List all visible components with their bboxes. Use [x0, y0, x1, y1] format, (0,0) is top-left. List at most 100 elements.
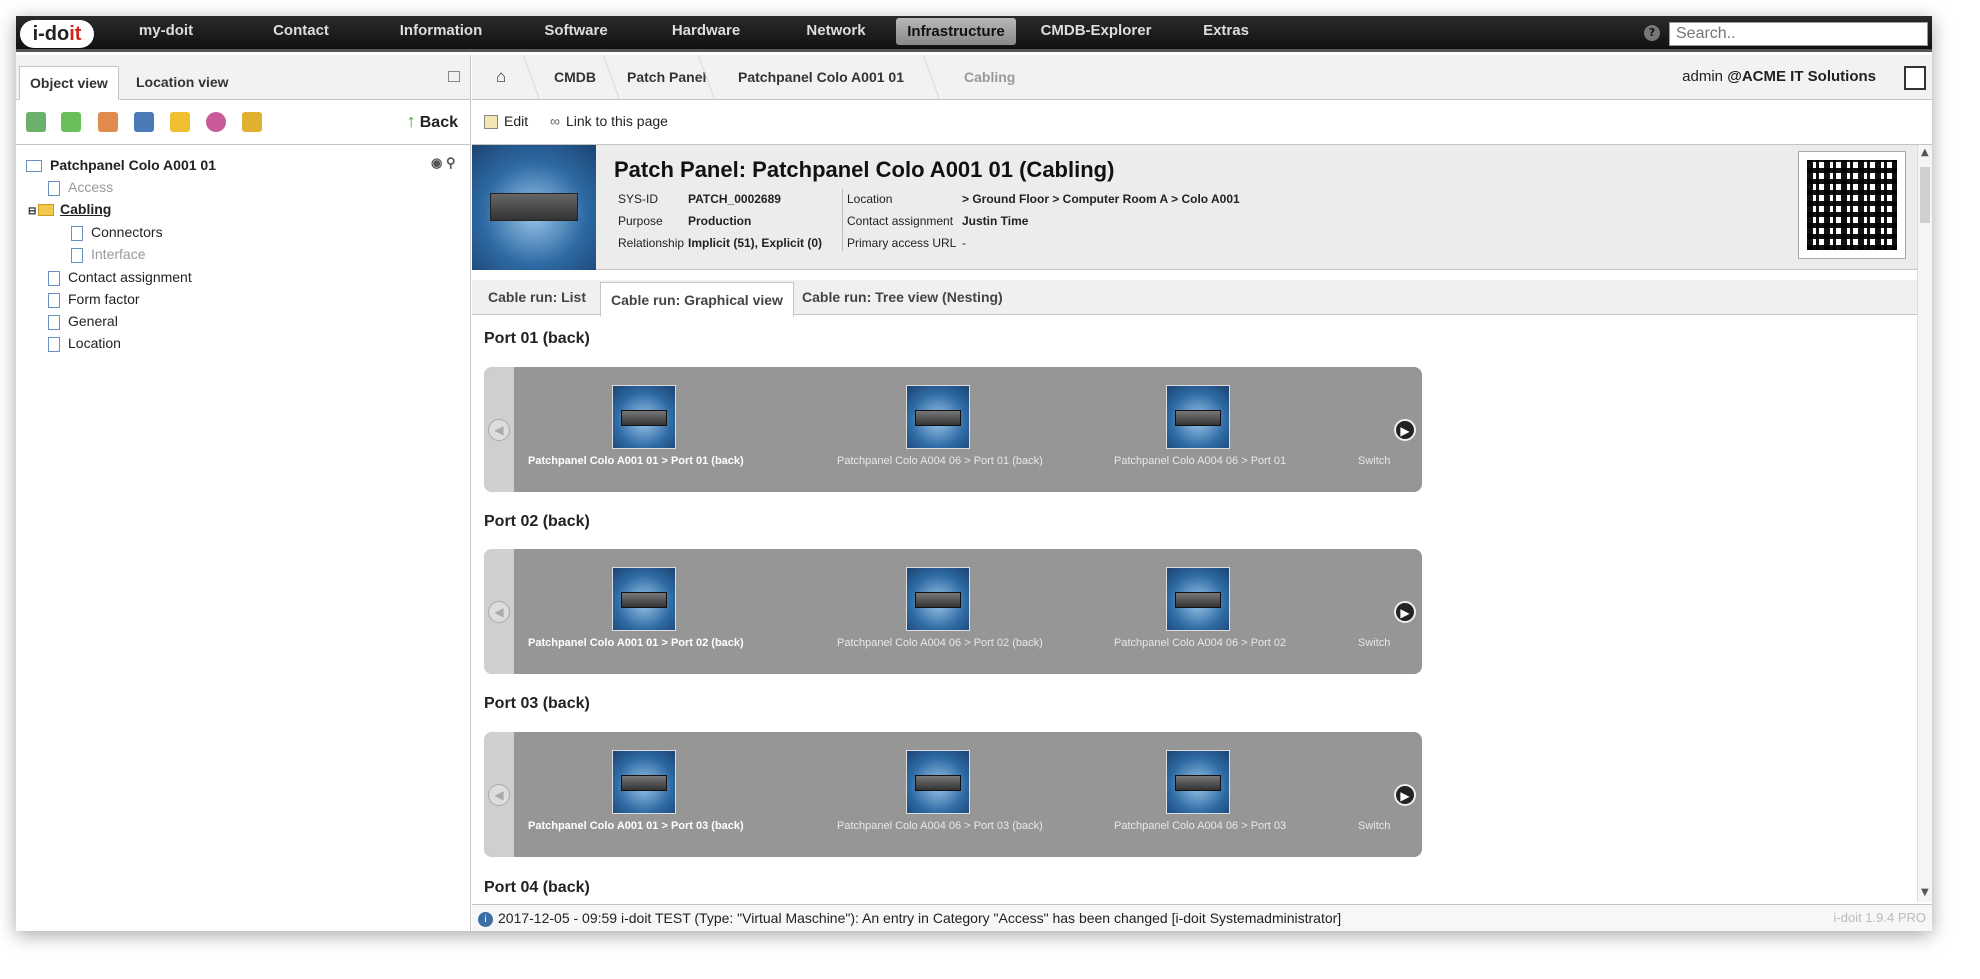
- tab-cable-run-graphical[interactable]: Cable run: Graphical view: [600, 282, 794, 317]
- chevron-right-icon[interactable]: ▶: [1394, 784, 1416, 806]
- device-label[interactable]: Patchpanel Colo A004 06 > Port 01 (back): [837, 455, 1043, 467]
- device-label[interactable]: Patchpanel Colo A004 06 > Port 03 (back): [837, 820, 1043, 832]
- lock-icon[interactable]: [242, 112, 262, 132]
- breadcrumb-separator: [913, 55, 941, 100]
- chevron-left-icon[interactable]: ◀: [488, 601, 510, 623]
- field-divider: [842, 189, 843, 251]
- user-info[interactable]: admin @ACME IT Solutions: [1682, 55, 1876, 99]
- menu-cmdb-explorer[interactable]: CMDB-Explorer: [1026, 16, 1166, 52]
- scroll-up-icon[interactable]: ▲: [1921, 147, 1929, 158]
- collapse-icon[interactable]: ⊟: [28, 202, 38, 222]
- device-card[interactable]: [1166, 385, 1230, 449]
- help-icon[interactable]: ?: [1644, 25, 1660, 41]
- chevron-left-icon[interactable]: ◀: [488, 784, 510, 806]
- avatar[interactable]: [1904, 66, 1926, 90]
- device-shape: [621, 592, 667, 608]
- device-label[interactable]: Patchpanel Colo A001 01 > Port 03 (back): [528, 820, 744, 832]
- left-tabs: Object view Location view: [16, 55, 470, 100]
- tab-cable-run-list[interactable]: Cable run: List: [478, 280, 596, 315]
- action-bar: Edit ∞ Link to this page: [472, 100, 1932, 145]
- device-label[interactable]: Patchpanel Colo A001 01 > Port 01 (back): [528, 455, 744, 467]
- breadcrumb-cmdb[interactable]: CMDB: [554, 55, 596, 100]
- chevron-right-icon[interactable]: ▶: [1394, 419, 1416, 441]
- url-value: -: [962, 236, 966, 250]
- patch-panel-image: [472, 145, 596, 270]
- tree-item-label: Contact assignment: [68, 269, 192, 285]
- menu-software[interactable]: Software: [516, 16, 636, 52]
- device-label[interactable]: Patchpanel Colo A004 06 > Port 02 (back): [837, 637, 1043, 649]
- device-label[interactable]: Patchpanel Colo A004 06 > Port 02: [1114, 637, 1286, 649]
- globe-icon[interactable]: [206, 112, 226, 132]
- tree-item-cabling[interactable]: ⊟ Cabling: [28, 199, 111, 219]
- device-shape: [1175, 410, 1221, 426]
- sysid-value: PATCH_0002689: [688, 192, 781, 206]
- expand-icon[interactable]: [61, 112, 81, 132]
- tree-item-connectors[interactable]: Connectors: [71, 222, 163, 242]
- device-label[interactable]: Patchpanel Colo A004 06 > Port 01: [1114, 455, 1286, 467]
- search-input[interactable]: [1669, 22, 1928, 46]
- device-label[interactable]: Switch: [1358, 455, 1390, 467]
- location-value[interactable]: > Ground Floor > Computer Room A > Colo …: [962, 192, 1240, 206]
- chevron-left-icon[interactable]: ◀: [488, 419, 510, 441]
- i-doit-logo[interactable]: i-doit: [20, 20, 94, 48]
- home-icon[interactable]: ⌂: [496, 55, 506, 100]
- device-card[interactable]: [612, 750, 676, 814]
- contact-value[interactable]: Justin Time: [962, 214, 1028, 228]
- device-label[interactable]: Patchpanel Colo A004 06 > Port 03: [1114, 820, 1286, 832]
- scroll-down-icon[interactable]: ▼: [1921, 887, 1929, 898]
- link-button[interactable]: ∞ Link to this page: [550, 113, 668, 129]
- menu-my-doit[interactable]: my-doit: [111, 16, 221, 52]
- tree-item-contact-assignment[interactable]: Contact assignment: [48, 267, 192, 287]
- url-label: Primary access URL: [847, 236, 957, 250]
- device-card[interactable]: [906, 385, 970, 449]
- qr-code[interactable]: [1798, 151, 1906, 259]
- tree-item-location[interactable]: Location: [48, 333, 121, 353]
- chevron-right-icon[interactable]: ▶: [1394, 601, 1416, 623]
- menu-information[interactable]: Information: [381, 16, 501, 52]
- tab-location-view[interactable]: Location view: [126, 66, 239, 100]
- tab-cable-run-tree[interactable]: Cable run: Tree view (Nesting): [792, 280, 1013, 315]
- scroll-thumb[interactable]: [1920, 167, 1930, 223]
- device-shape: [621, 775, 667, 791]
- breadcrumb-object[interactable]: Patchpanel Colo A001 01: [738, 55, 904, 100]
- device-card[interactable]: [906, 567, 970, 631]
- main-panel: ⌂ CMDB Patch Panel Patchpanel Colo A001 …: [472, 55, 1932, 931]
- menu-network[interactable]: Network: [776, 16, 896, 52]
- device-card[interactable]: [612, 385, 676, 449]
- eye-search-icon[interactable]: ◉ ⚲: [431, 153, 455, 173]
- document-icon: [48, 336, 60, 352]
- vertical-scrollbar[interactable]: ▲ ▼: [1917, 145, 1932, 902]
- book-icon[interactable]: [134, 112, 154, 132]
- report-icon[interactable]: [98, 112, 118, 132]
- menu-extras[interactable]: Extras: [1176, 16, 1276, 52]
- device-label[interactable]: Switch: [1358, 637, 1390, 649]
- device-card[interactable]: [1166, 750, 1230, 814]
- menu-contact[interactable]: Contact: [246, 16, 356, 52]
- relationship-value[interactable]: Implicit (51), Explicit (0): [688, 236, 822, 250]
- tree-root[interactable]: Patchpanel Colo A001 01 ◉ ⚲: [26, 155, 455, 175]
- back-button[interactable]: ↑ Back: [407, 111, 458, 132]
- device-card[interactable]: [612, 567, 676, 631]
- tree-item-label: Interface: [91, 246, 146, 262]
- left-panel: Object view Location view ↑ Back Patchpan…: [16, 55, 471, 931]
- device-shape: [490, 193, 578, 221]
- tree-item-interface[interactable]: Interface: [71, 244, 145, 264]
- tab-object-view[interactable]: Object view: [19, 66, 119, 100]
- popout-icon[interactable]: [448, 71, 460, 82]
- menu-hardware[interactable]: Hardware: [646, 16, 766, 52]
- device-label[interactable]: Switch: [1358, 820, 1390, 832]
- tree-item-general[interactable]: General: [48, 311, 118, 331]
- device-card[interactable]: [906, 750, 970, 814]
- menu-infrastructure[interactable]: Infrastructure: [896, 18, 1016, 45]
- contact-label: Contact assignment: [847, 214, 954, 228]
- device-label[interactable]: Patchpanel Colo A001 01 > Port 02 (back): [528, 637, 744, 649]
- device-card[interactable]: [1166, 567, 1230, 631]
- tree-item-access[interactable]: Access: [48, 177, 113, 197]
- breadcrumb-cabling: Cabling: [964, 69, 1016, 85]
- shield-icon[interactable]: [170, 112, 190, 132]
- tree-item-form-factor[interactable]: Form factor: [48, 289, 140, 309]
- tree-structure-icon[interactable]: [26, 112, 46, 132]
- patchpanel-icon: [26, 160, 42, 173]
- document-icon: [71, 225, 83, 241]
- edit-button[interactable]: Edit: [484, 113, 528, 130]
